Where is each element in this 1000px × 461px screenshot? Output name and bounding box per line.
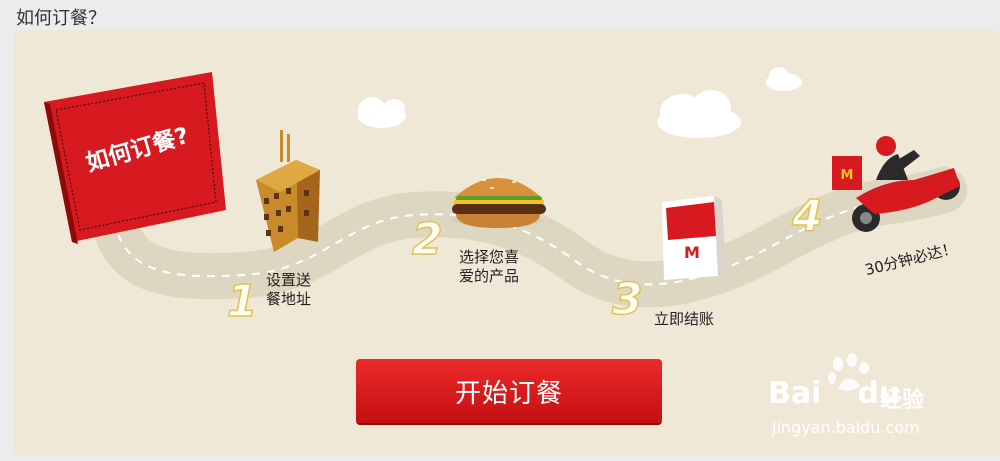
- building-icon: [256, 130, 320, 252]
- burger-icon: [452, 175, 546, 228]
- cloud-icon: [766, 67, 802, 91]
- watermark-brand: Bai: [768, 376, 822, 411]
- watermark-suffix: 经验: [880, 388, 925, 413]
- step-2-number: 2: [411, 214, 443, 265]
- step-4-number: 4: [791, 191, 823, 242]
- order-banner: M M 如何订餐? 1 设置送 餐地址 2 选择您喜 爱的产品 3 立即结账 4…: [14, 30, 1000, 456]
- box-logo: M: [841, 168, 854, 183]
- watermark-url: jingyan.baidu.com: [772, 418, 920, 437]
- mcdonalds-bag-icon: M: [662, 196, 726, 280]
- step-1-label: 设置送 餐地址: [266, 271, 312, 308]
- step-3-label: 立即结账: [654, 310, 715, 328]
- page-title: 如何订餐？: [16, 8, 106, 29]
- bag-logo: M: [684, 243, 700, 262]
- step-1-number: 1: [226, 276, 258, 327]
- cloud-icon: [657, 90, 741, 138]
- cloud-icon: [358, 97, 406, 128]
- step-3-number: 3: [611, 274, 643, 325]
- step-2-label: 选择您喜 爱的产品: [459, 248, 520, 285]
- start-order-button[interactable]: 开始订餐: [356, 359, 662, 423]
